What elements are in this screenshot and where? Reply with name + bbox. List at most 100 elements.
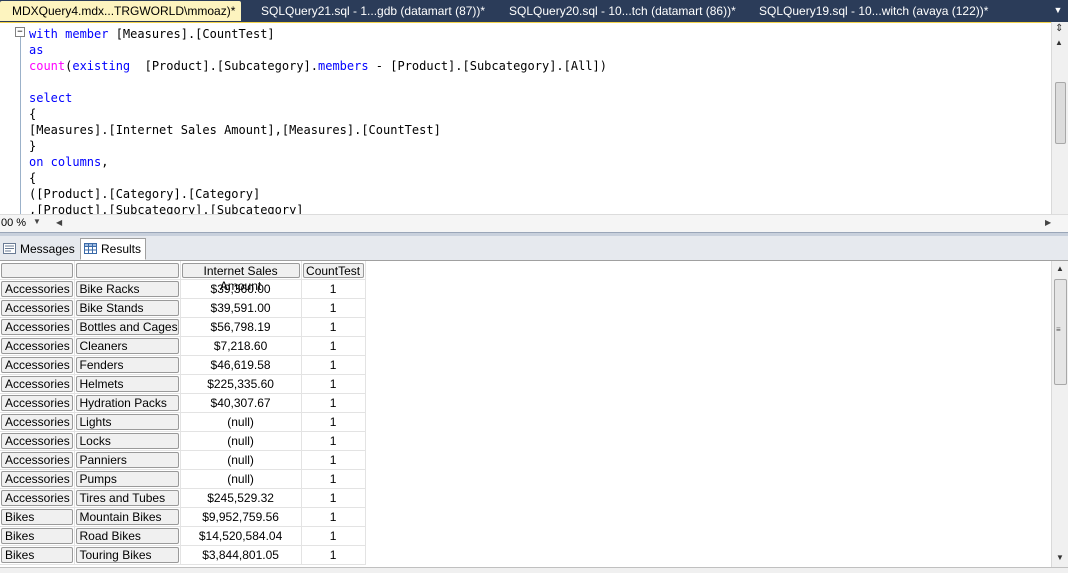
tab-results[interactable]: Results xyxy=(80,238,146,260)
count-test-cell[interactable]: 1 xyxy=(301,317,366,337)
chevron-down-icon[interactable]: ▼ xyxy=(33,217,41,226)
table-row[interactable]: Accessories Bottles and Cages $56,798.19 1 xyxy=(0,317,366,337)
tab-dropdown-icon[interactable]: ▼ xyxy=(1052,3,1064,17)
internet-sales-amount-cell[interactable]: (null) xyxy=(180,469,302,489)
row-category-cell[interactable]: Accessories xyxy=(1,490,73,506)
row-subcategory-cell[interactable]: Bottles and Cages xyxy=(75,319,179,335)
row-subcategory-cell[interactable]: Hydration Packs xyxy=(75,395,179,411)
table-row[interactable]: Accessories Lights (null) 1 xyxy=(0,412,366,432)
table-row[interactable]: Accessories Pumps (null) 1 xyxy=(0,469,366,489)
tab-sqlquery21[interactable]: SQLQuery21.sql - 1...gdb (datamart (87))… xyxy=(261,1,485,21)
tab-sqlquery20[interactable]: SQLQuery20.sql - 10...tch (datamart (86)… xyxy=(509,1,736,21)
table-row[interactable]: Accessories Locks (null) 1 xyxy=(0,431,366,451)
count-test-cell[interactable]: 1 xyxy=(301,526,366,546)
internet-sales-amount-cell[interactable]: $14,520,584.04 xyxy=(180,526,302,546)
internet-sales-amount-cell[interactable]: $46,619.58 xyxy=(180,355,302,375)
row-subcategory-cell[interactable]: Lights xyxy=(75,414,179,430)
internet-sales-amount-cell[interactable]: (null) xyxy=(180,412,302,432)
column-header[interactable] xyxy=(1,262,73,278)
table-row[interactable]: Accessories Bike Stands $39,591.00 1 xyxy=(0,298,366,318)
table-row[interactable]: Accessories Helmets $225,335.60 1 xyxy=(0,374,366,394)
table-row[interactable]: Accessories Panniers (null) 1 xyxy=(0,450,366,470)
internet-sales-amount-cell[interactable]: $40,307.67 xyxy=(180,393,302,413)
internet-sales-amount-cell[interactable]: $3,844,801.05 xyxy=(180,545,302,565)
count-test-cell[interactable]: 1 xyxy=(301,355,366,375)
count-test-cell[interactable]: 1 xyxy=(301,279,366,299)
row-category-cell[interactable]: Accessories xyxy=(1,338,73,354)
count-test-cell[interactable]: 1 xyxy=(301,469,366,489)
table-row[interactable]: Accessories Fenders $46,619.58 1 xyxy=(0,355,366,375)
count-test-cell[interactable]: 1 xyxy=(301,393,366,413)
row-category-cell[interactable]: Accessories xyxy=(1,433,73,449)
row-subcategory-cell[interactable]: Helmets xyxy=(75,376,179,392)
results-vertical-scrollbar[interactable]: ▲ ≡ ▼ xyxy=(1051,261,1068,567)
internet-sales-amount-cell[interactable]: $245,529.32 xyxy=(180,488,302,508)
row-category-cell[interactable]: Accessories xyxy=(1,357,73,373)
results-grid[interactable]: Internet Sales Amount CountTest Accessor… xyxy=(0,261,1052,567)
table-row[interactable]: Accessories Cleaners $7,218.60 1 xyxy=(0,336,366,356)
row-category-cell[interactable]: Accessories xyxy=(1,376,73,392)
split-icon[interactable]: ⇕ xyxy=(1055,24,1065,34)
row-subcategory-cell[interactable]: Locks xyxy=(75,433,179,449)
internet-sales-amount-cell[interactable]: (null) xyxy=(180,450,302,470)
row-category-cell[interactable]: Accessories xyxy=(1,452,73,468)
column-header[interactable]: Internet Sales Amount xyxy=(181,262,300,293)
scroll-down-icon[interactable]: ▼ xyxy=(1056,553,1064,562)
table-row[interactable]: Bikes Touring Bikes $3,844,801.05 1 xyxy=(0,545,366,565)
row-category-cell[interactable]: Accessories xyxy=(1,281,73,297)
row-category-cell[interactable]: Accessories xyxy=(1,414,73,430)
row-subcategory-cell[interactable]: Road Bikes xyxy=(75,528,179,544)
tab-messages[interactable]: Messages xyxy=(0,239,78,259)
count-test-cell[interactable]: 1 xyxy=(301,545,366,565)
row-category-cell[interactable]: Accessories xyxy=(1,471,73,487)
tab-sqlquery19[interactable]: SQLQuery19.sql - 10...witch (avaya (122)… xyxy=(759,1,988,21)
scroll-left-icon[interactable]: ◀ xyxy=(56,218,62,227)
row-subcategory-cell[interactable]: Touring Bikes xyxy=(75,547,179,563)
table-row[interactable]: Accessories Tires and Tubes $245,529.32 1 xyxy=(0,488,366,508)
internet-sales-amount-cell[interactable]: $9,952,759.56 xyxy=(180,507,302,527)
row-subcategory-cell[interactable]: Bike Stands xyxy=(75,300,179,316)
row-category-cell[interactable]: Bikes xyxy=(1,547,73,563)
scroll-up-icon[interactable]: ▲ xyxy=(1055,38,1063,47)
collapse-icon[interactable]: − xyxy=(15,27,25,37)
row-category-cell[interactable]: Bikes xyxy=(1,509,73,525)
row-subcategory-cell[interactable]: Mountain Bikes xyxy=(75,509,179,525)
scroll-up-icon[interactable]: ▲ xyxy=(1056,264,1064,273)
row-category-cell[interactable]: Accessories xyxy=(1,300,73,316)
count-test-cell[interactable]: 1 xyxy=(301,450,366,470)
count-test-cell[interactable]: 1 xyxy=(301,431,366,451)
count-test-cell[interactable]: 1 xyxy=(301,374,366,394)
internet-sales-amount-cell[interactable]: $56,798.19 xyxy=(180,317,302,337)
row-category-cell[interactable]: Accessories xyxy=(1,319,73,335)
scroll-thumb[interactable] xyxy=(1055,82,1066,144)
internet-sales-amount-cell[interactable]: $39,360.00 xyxy=(180,279,302,299)
row-category-cell[interactable]: Bikes xyxy=(1,528,73,544)
internet-sales-amount-cell[interactable]: $39,591.00 xyxy=(180,298,302,318)
internet-sales-amount-cell[interactable]: $225,335.60 xyxy=(180,374,302,394)
row-subcategory-cell[interactable]: Fenders xyxy=(75,357,179,373)
count-test-cell[interactable]: 1 xyxy=(301,298,366,318)
count-test-cell[interactable]: 1 xyxy=(301,412,366,432)
row-subcategory-cell[interactable]: Pumps xyxy=(75,471,179,487)
count-test-cell[interactable]: 1 xyxy=(301,336,366,356)
code-text[interactable]: with member [Measures].[CountTest] as coun… xyxy=(29,26,607,215)
scroll-right-icon[interactable]: ▶ xyxy=(1045,218,1051,227)
column-header[interactable]: CountTest xyxy=(302,262,364,278)
query-editor[interactable]: − with member [Measures].[CountTest] as co… xyxy=(0,22,1068,215)
internet-sales-amount-cell[interactable]: $7,218.60 xyxy=(180,336,302,356)
table-row[interactable]: Accessories Bike Racks $39,360.00 1 xyxy=(0,279,366,299)
row-subcategory-cell[interactable]: Panniers xyxy=(75,452,179,468)
table-row[interactable]: Bikes Mountain Bikes $9,952,759.56 1 xyxy=(0,507,366,527)
editor-vertical-scrollbar[interactable]: ⇕ ▲ xyxy=(1051,22,1068,214)
tab-mdxquery4[interactable]: MDXQuery4.mdx...TRGWORLD\mmoaz)* xyxy=(0,1,242,21)
table-row[interactable]: Accessories Hydration Packs $40,307.67 1 xyxy=(0,393,366,413)
row-subcategory-cell[interactable]: Cleaners xyxy=(75,338,179,354)
count-test-cell[interactable]: 1 xyxy=(301,488,366,508)
table-row[interactable]: Bikes Road Bikes $14,520,584.04 1 xyxy=(0,526,366,546)
internet-sales-amount-cell[interactable]: (null) xyxy=(180,431,302,451)
column-header[interactable] xyxy=(75,262,179,278)
row-subcategory-cell[interactable]: Bike Racks xyxy=(75,281,179,297)
row-category-cell[interactable]: Accessories xyxy=(1,395,73,411)
count-test-cell[interactable]: 1 xyxy=(301,507,366,527)
row-subcategory-cell[interactable]: Tires and Tubes xyxy=(75,490,179,506)
